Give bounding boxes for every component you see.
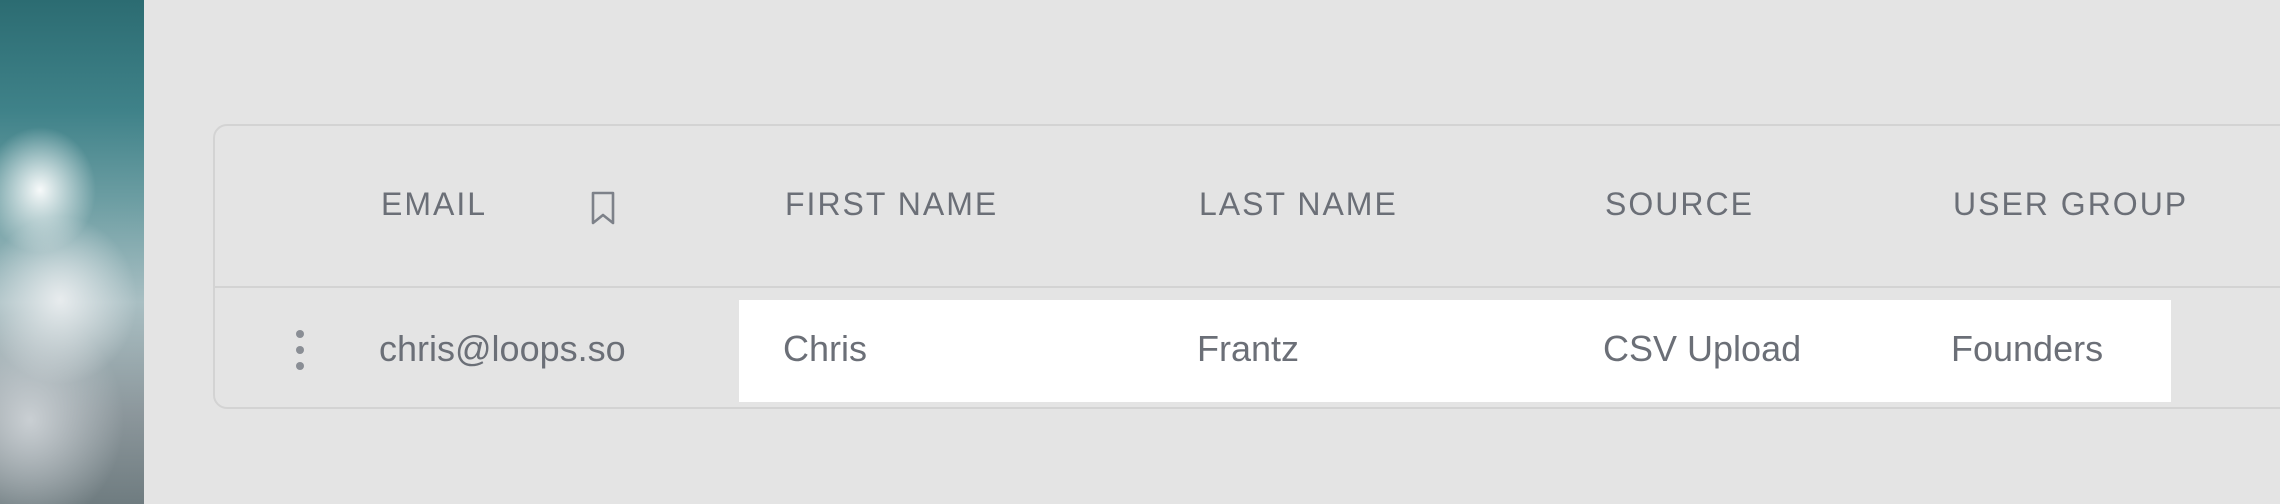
- column-header-first-name[interactable]: FIRST NAME: [785, 186, 998, 223]
- column-header-source[interactable]: SOURCE: [1605, 186, 1754, 223]
- cell-source[interactable]: CSV Upload: [1603, 328, 1801, 370]
- cell-first-name[interactable]: Chris: [783, 328, 867, 370]
- contacts-table: EMAIL FIRST NAME LAST NAME SOURCE USER G…: [213, 124, 2280, 409]
- table-header-row: EMAIL FIRST NAME LAST NAME SOURCE USER G…: [215, 126, 2280, 288]
- table-row[interactable]: chris@loops.so Chris Frantz CSV Upload F…: [215, 288, 2280, 407]
- cell-user-group[interactable]: Founders: [1951, 328, 2103, 370]
- background-photo: [0, 0, 144, 504]
- more-vertical-icon[interactable]: [295, 330, 305, 370]
- app-stage: EMAIL FIRST NAME LAST NAME SOURCE USER G…: [0, 0, 2280, 504]
- column-header-last-name[interactable]: LAST NAME: [1199, 186, 1398, 223]
- column-header-user-group[interactable]: USER GROUP: [1953, 186, 2188, 223]
- cell-last-name[interactable]: Frantz: [1197, 328, 1299, 370]
- cell-email[interactable]: chris@loops.so: [379, 328, 626, 370]
- column-header-email[interactable]: EMAIL: [381, 186, 487, 223]
- bookmark-icon[interactable]: [587, 190, 619, 226]
